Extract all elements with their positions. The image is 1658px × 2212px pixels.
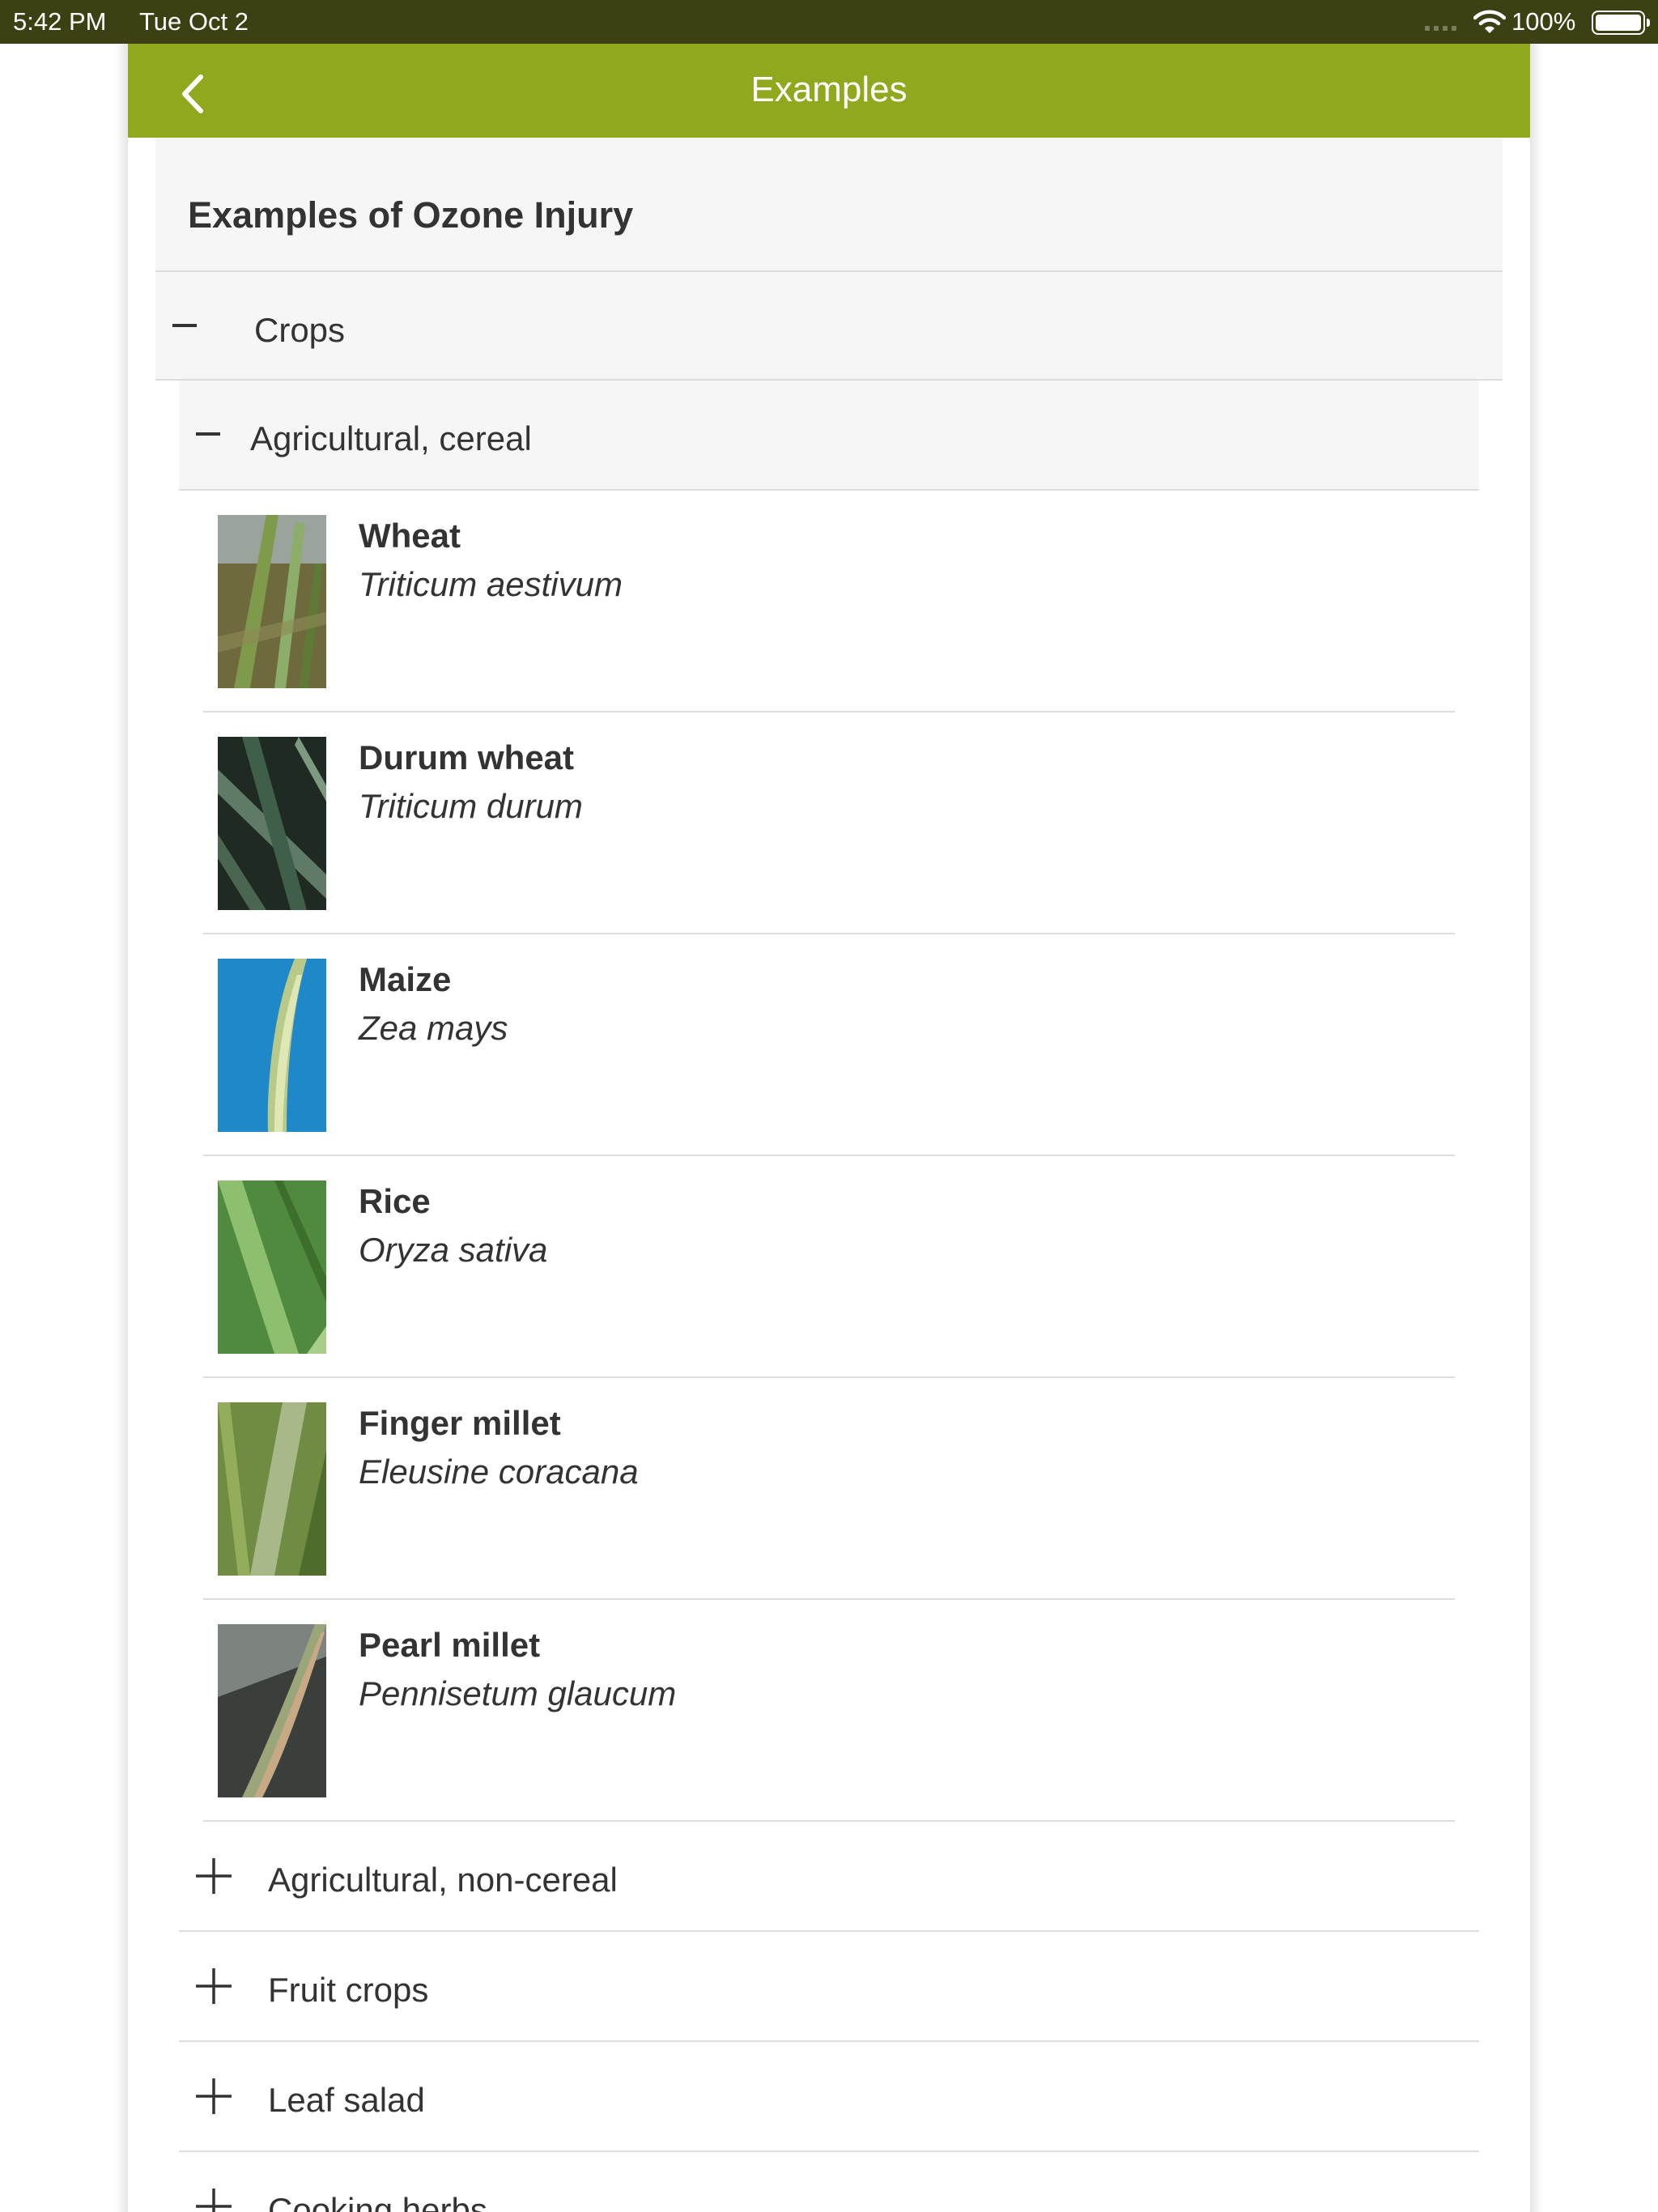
plus-icon xyxy=(193,1966,234,2006)
item-scientific-name: Zea mays xyxy=(359,1009,508,1047)
status-date: Tue Oct 2 xyxy=(139,7,249,36)
item-scientific-name: Pennisetum glaucum xyxy=(359,1674,677,1712)
examples-panel: Examples Examples of Ozone Injury Crops … xyxy=(128,44,1530,2212)
list-item-finger-millet[interactable]: Finger millet Eleusine coracana xyxy=(203,1378,1455,1600)
item-scientific-name: Eleusine coracana xyxy=(359,1453,639,1491)
item-name: Maize xyxy=(359,960,452,998)
accordion-crops[interactable]: Crops xyxy=(155,270,1503,381)
item-name: Pearl millet xyxy=(359,1626,541,1664)
nav-title: Examples xyxy=(750,70,908,109)
section-header: Examples of Ozone Injury xyxy=(155,138,1503,270)
rice-thumbnail xyxy=(218,1180,326,1354)
accordion-agricultural-cereal[interactable]: Agricultural, cereal xyxy=(179,381,1479,491)
durum-wheat-thumbnail xyxy=(218,737,326,910)
subcategory-label: Fruit crops xyxy=(268,1971,429,2009)
minus-icon xyxy=(170,311,199,340)
list-item-maize[interactable]: Maize Zea mays xyxy=(203,934,1455,1156)
list-item-pearl-millet[interactable]: Pearl millet Pennisetum glaucum xyxy=(203,1600,1455,1822)
battery-icon xyxy=(1592,11,1650,35)
battery-percentage: 100% xyxy=(1511,7,1576,36)
plus-icon xyxy=(193,2076,234,2116)
item-name: Finger millet xyxy=(359,1404,561,1442)
item-name: Wheat xyxy=(359,517,461,555)
minus-icon xyxy=(193,419,223,449)
pearl-millet-thumbnail xyxy=(218,1624,326,1797)
nav-bar: Examples xyxy=(128,44,1530,138)
status-time: 5:42 PM xyxy=(13,7,107,36)
accordion-cooking-herbs[interactable]: Cooking herbs xyxy=(179,2152,1479,2212)
panel-shadow-left xyxy=(115,44,128,2212)
item-name: Durum wheat xyxy=(359,738,575,776)
accordion-fruit-crops[interactable]: Fruit crops xyxy=(179,1932,1479,2042)
item-name: Rice xyxy=(359,1182,431,1220)
wheat-thumbnail xyxy=(218,515,326,688)
list-item-durum-wheat[interactable]: Durum wheat Triticum durum xyxy=(203,713,1455,934)
wifi-icon xyxy=(1473,8,1507,42)
accordion-agricultural-non-cereal[interactable]: Agricultural, non-cereal xyxy=(179,1822,1479,1932)
cellular-signal-icon xyxy=(1425,15,1456,31)
panel-shadow-right xyxy=(1530,44,1543,2212)
subcategory-label: Agricultural, non-cereal xyxy=(268,1861,618,1899)
item-scientific-name: Triticum durum xyxy=(359,787,583,825)
status-bar: 5:42 PM Tue Oct 2 100% xyxy=(0,0,1658,44)
item-scientific-name: Triticum aestivum xyxy=(359,565,623,603)
list-item-wheat[interactable]: Wheat Triticum aestivum xyxy=(203,491,1455,713)
plus-icon xyxy=(193,2186,234,2212)
maize-thumbnail xyxy=(218,959,326,1132)
subcategory-label: Leaf salad xyxy=(268,2081,425,2119)
page-heading: Examples of Ozone Injury xyxy=(188,194,634,236)
accordion-leaf-salad[interactable]: Leaf salad xyxy=(179,2042,1479,2152)
accordion-cereal-label: Agricultural, cereal xyxy=(250,419,532,457)
list-item-rice[interactable]: Rice Oryza sativa xyxy=(203,1156,1455,1378)
accordion-crops-label: Crops xyxy=(254,311,346,349)
item-scientific-name: Oryza sativa xyxy=(359,1231,548,1269)
subcategory-label: Cooking herbs xyxy=(268,2191,487,2212)
finger-millet-thumbnail xyxy=(218,1402,326,1576)
plus-icon xyxy=(193,1856,234,1896)
